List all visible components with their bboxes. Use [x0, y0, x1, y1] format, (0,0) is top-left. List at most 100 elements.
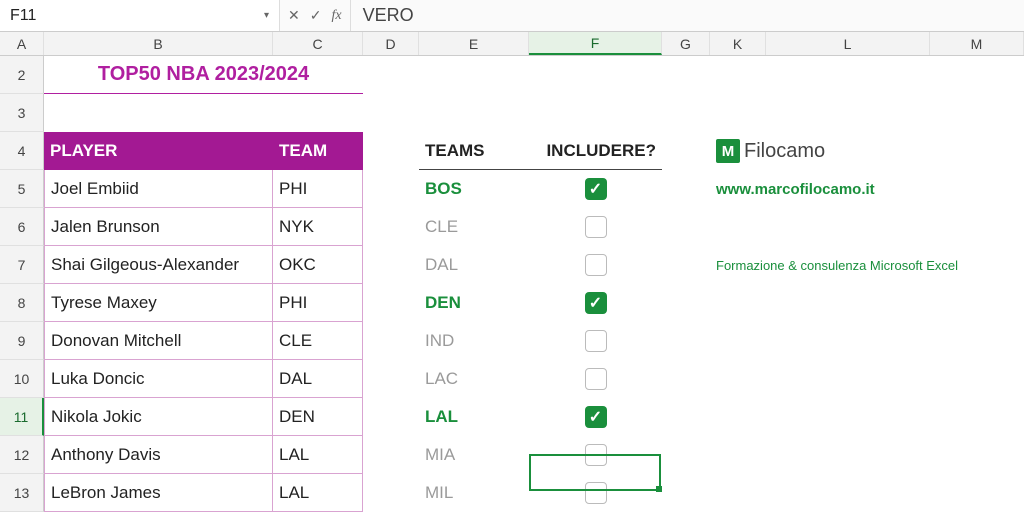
player-name[interactable]: Tyrese Maxey: [44, 284, 273, 322]
player-team[interactable]: DAL: [273, 360, 363, 398]
player-name[interactable]: LeBron James: [44, 474, 273, 512]
row-3: 3: [0, 94, 1024, 132]
row-header[interactable]: 11: [0, 398, 44, 436]
logo-mark: M: [716, 139, 740, 163]
formula-bar: F11 ▾ ✕ ✓ fx VERO: [0, 0, 1024, 32]
row-header[interactable]: 3: [0, 94, 44, 132]
column-header-K[interactable]: K: [710, 32, 766, 55]
column-header-G[interactable]: G: [662, 32, 710, 55]
row-header[interactable]: 6: [0, 208, 44, 246]
row-header[interactable]: 8: [0, 284, 44, 322]
player-team[interactable]: PHI: [273, 284, 363, 322]
row-header[interactable]: 5: [0, 170, 44, 208]
checkbox-icon[interactable]: ✓: [585, 292, 607, 314]
team-filter-name[interactable]: LAC: [419, 360, 529, 398]
row-5: 5Joel EmbiidPHI BOS ✓ www.marcofilocamo.it: [0, 170, 1024, 208]
row-header[interactable]: 2: [0, 56, 44, 94]
tagline: Formazione & consulenza Microsoft Excel: [710, 246, 1024, 284]
logo: MFilocamo: [710, 132, 1024, 170]
column-header-include: INCLUDERE?: [529, 132, 662, 170]
confirm-icon[interactable]: ✓: [310, 7, 322, 24]
checkbox-icon[interactable]: [585, 216, 607, 238]
player-name[interactable]: Jalen Brunson: [44, 208, 273, 246]
team-filter-name[interactable]: DAL: [419, 246, 529, 284]
row-header[interactable]: 12: [0, 436, 44, 474]
column-header-A[interactable]: A: [0, 32, 44, 55]
column-header-D[interactable]: D: [363, 32, 419, 55]
include-checkbox-cell[interactable]: ✓: [529, 170, 662, 208]
player-team[interactable]: OKC: [273, 246, 363, 284]
row-header[interactable]: 13: [0, 474, 44, 512]
column-header-E[interactable]: E: [419, 32, 529, 55]
column-header-teams: TEAMS: [419, 132, 529, 170]
table-header-team[interactable]: TEAM: [273, 132, 363, 170]
player-team[interactable]: PHI: [273, 170, 363, 208]
include-checkbox-cell[interactable]: [529, 208, 662, 246]
name-box-value: F11: [10, 7, 36, 25]
row-header[interactable]: 4: [0, 132, 44, 170]
row-6: 6Jalen BrunsonNYK CLE: [0, 208, 1024, 246]
checkbox-icon[interactable]: [585, 444, 607, 466]
column-header-F[interactable]: F: [529, 32, 662, 55]
player-team[interactable]: DEN: [273, 398, 363, 436]
row-header[interactable]: 7: [0, 246, 44, 284]
row-8: 8Tyrese MaxeyPHI DEN ✓: [0, 284, 1024, 322]
table-header-player[interactable]: PLAYER: [44, 132, 273, 170]
player-name[interactable]: Joel Embiid: [44, 170, 273, 208]
player-team[interactable]: LAL: [273, 436, 363, 474]
fx-icon[interactable]: fx: [331, 8, 341, 24]
include-checkbox-cell[interactable]: [529, 474, 662, 512]
team-filter-name[interactable]: IND: [419, 322, 529, 360]
row-10: 10Luka DoncicDAL LAC: [0, 360, 1024, 398]
player-name[interactable]: Shai Gilgeous-Alexander: [44, 246, 273, 284]
column-header-B[interactable]: B: [44, 32, 273, 55]
include-checkbox-cell[interactable]: ✓: [529, 398, 662, 436]
page-title: TOP50 NBA 2023/2024: [44, 56, 363, 94]
player-name[interactable]: Luka Doncic: [44, 360, 273, 398]
checkbox-icon[interactable]: [585, 482, 607, 504]
name-box-dropdown-icon[interactable]: ▾: [264, 10, 269, 21]
include-checkbox-cell[interactable]: ✓: [529, 284, 662, 322]
column-header-C[interactable]: C: [273, 32, 363, 55]
row-13: 13LeBron JamesLAL MIL: [0, 474, 1024, 512]
column-header-L[interactable]: L: [766, 32, 930, 55]
player-name[interactable]: Donovan Mitchell: [44, 322, 273, 360]
team-filter-name[interactable]: BOS: [419, 170, 529, 208]
formula-controls: ✕ ✓ fx: [280, 0, 351, 31]
player-team[interactable]: NYK: [273, 208, 363, 246]
checkbox-icon[interactable]: ✓: [585, 406, 607, 428]
checkbox-icon[interactable]: [585, 254, 607, 276]
player-name[interactable]: Anthony Davis: [44, 436, 273, 474]
row-9: 9Donovan MitchellCLE IND: [0, 322, 1024, 360]
include-checkbox-cell[interactable]: [529, 322, 662, 360]
checkbox-icon[interactable]: ✓: [585, 178, 607, 200]
team-filter-name[interactable]: MIL: [419, 474, 529, 512]
row-header[interactable]: 9: [0, 322, 44, 360]
name-box[interactable]: F11 ▾: [0, 0, 280, 31]
player-name[interactable]: Nikola Jokic: [44, 398, 273, 436]
player-team[interactable]: LAL: [273, 474, 363, 512]
team-filter-name[interactable]: MIA: [419, 436, 529, 474]
row-7: 7Shai Gilgeous-AlexanderOKC DAL Formazione…: [0, 246, 1024, 284]
checkbox-icon[interactable]: [585, 368, 607, 390]
row-header[interactable]: 10: [0, 360, 44, 398]
column-header-M[interactable]: M: [930, 32, 1024, 55]
row-11: 11Nikola JokicDEN LAL ✓: [0, 398, 1024, 436]
team-filter-name[interactable]: DEN: [419, 284, 529, 322]
grid-body: 2TOP50 NBA 2023/202434PLAYERTEAM TEAMSINC…: [0, 56, 1024, 512]
row-4: 4PLAYERTEAM TEAMSINCLUDERE? MFilocamo: [0, 132, 1024, 170]
logo-text: Filocamo: [744, 140, 825, 163]
include-checkbox-cell[interactable]: [529, 246, 662, 284]
column-headers: ABCDEFGKLM: [0, 32, 1024, 56]
team-filter-name[interactable]: LAL: [419, 398, 529, 436]
formula-input[interactable]: VERO: [351, 5, 426, 26]
include-checkbox-cell[interactable]: [529, 360, 662, 398]
row-2: 2TOP50 NBA 2023/2024: [0, 56, 1024, 94]
team-filter-name[interactable]: CLE: [419, 208, 529, 246]
website-link[interactable]: www.marcofilocamo.it: [710, 170, 1024, 208]
include-checkbox-cell[interactable]: [529, 436, 662, 474]
checkbox-icon[interactable]: [585, 330, 607, 352]
cancel-icon[interactable]: ✕: [288, 7, 300, 24]
row-12: 12Anthony DavisLAL MIA: [0, 436, 1024, 474]
player-team[interactable]: CLE: [273, 322, 363, 360]
